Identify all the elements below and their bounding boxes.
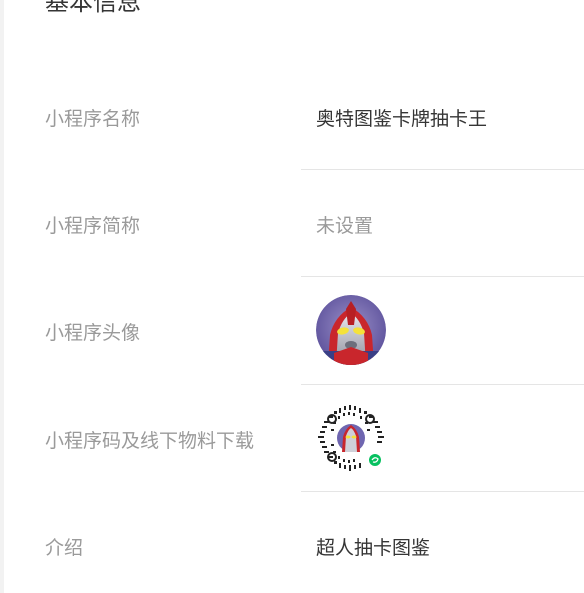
mini-program-short-name-label: 小程序简称 <box>45 215 141 237</box>
mini-program-code-image[interactable] <box>316 403 386 473</box>
divider <box>301 491 584 492</box>
mini-program-name-value: 奥特图鉴卡牌抽卡王 <box>316 108 488 130</box>
basic-info-panel: 基本信息 小程序名称 奥特图鉴卡牌抽卡王 小程序简称 未设置 小程序头像 小程序… <box>4 0 584 593</box>
introduction-value: 超人抽卡图鉴 <box>316 537 431 559</box>
mini-program-code-label: 小程序码及线下物料下载 <box>45 430 255 452</box>
introduction-label: 介绍 <box>45 537 84 559</box>
section-title: 基本信息 <box>45 0 141 16</box>
divider <box>301 384 584 385</box>
divider <box>301 169 584 170</box>
avatar-icon <box>316 295 386 365</box>
mini-program-avatar-label: 小程序头像 <box>45 322 141 344</box>
mini-program-short-name-value: 未设置 <box>316 215 374 237</box>
ultraman-avatar-image <box>316 295 386 365</box>
qrcode-icon <box>318 405 384 471</box>
divider <box>301 276 584 277</box>
wechat-badge-icon <box>369 454 381 466</box>
mini-program-name-label: 小程序名称 <box>45 108 141 130</box>
